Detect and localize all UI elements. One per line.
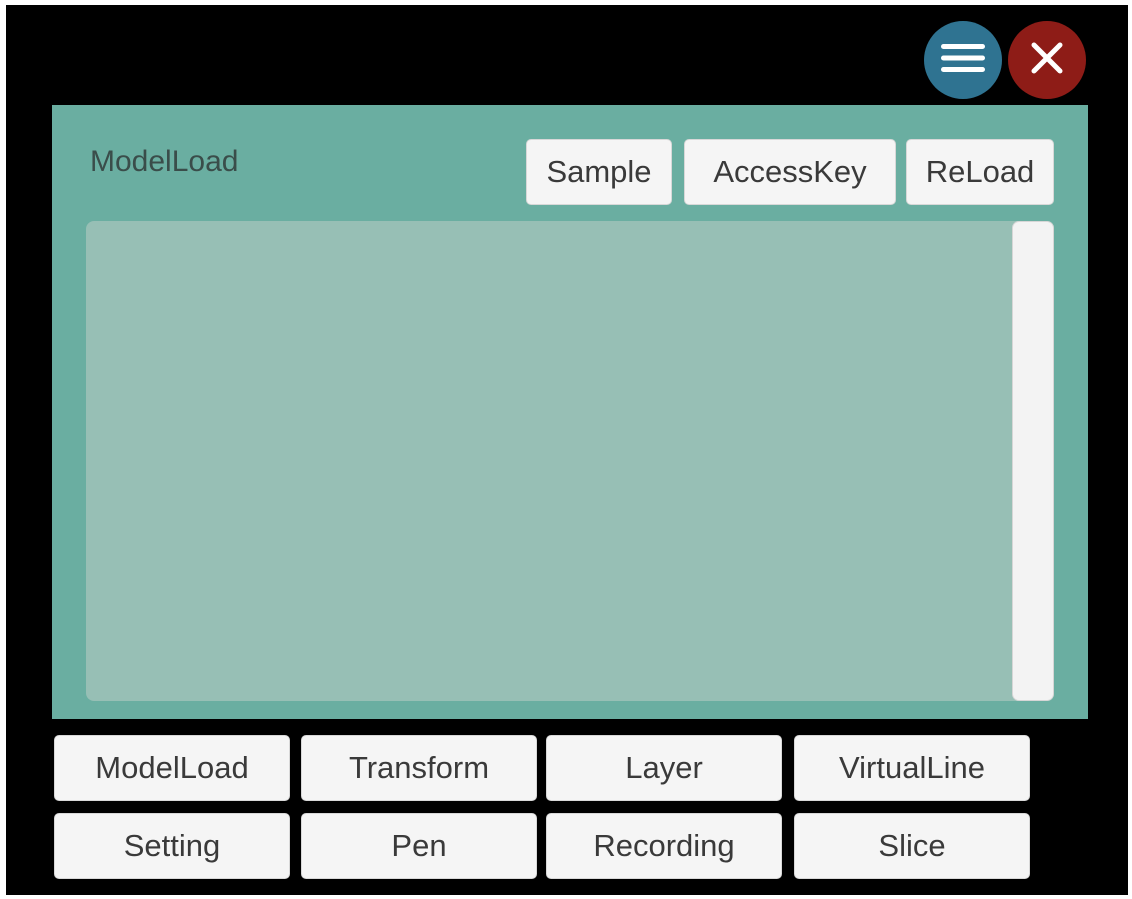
close-icon <box>1030 41 1064 80</box>
access-key-button[interactable]: AccessKey <box>684 139 896 205</box>
nav-slice-button[interactable]: Slice <box>794 813 1030 879</box>
nav-recording-button[interactable]: Recording <box>546 813 782 879</box>
model-load-panel: ModelLoad Sample AccessKey ReLoad <box>52 105 1088 719</box>
menu-button[interactable] <box>924 21 1002 99</box>
nav-transform-button[interactable]: Transform <box>301 735 537 801</box>
nav-virtualline-button[interactable]: VirtualLine <box>794 735 1030 801</box>
nav-layer-button[interactable]: Layer <box>546 735 782 801</box>
panel-title: ModelLoad <box>90 145 239 178</box>
nav-setting-button[interactable]: Setting <box>54 813 290 879</box>
close-button[interactable] <box>1008 21 1086 99</box>
sample-button[interactable]: Sample <box>526 139 672 205</box>
app-screen: ModelLoad Sample AccessKey ReLoad ModelL… <box>6 5 1128 895</box>
nav-modelload-button[interactable]: ModelLoad <box>54 735 290 801</box>
hamburger-menu-icon <box>941 41 985 80</box>
reload-button[interactable]: ReLoad <box>906 139 1054 205</box>
model-list-area[interactable] <box>86 221 1054 701</box>
vertical-scrollbar[interactable] <box>1012 221 1054 701</box>
nav-pen-button[interactable]: Pen <box>301 813 537 879</box>
